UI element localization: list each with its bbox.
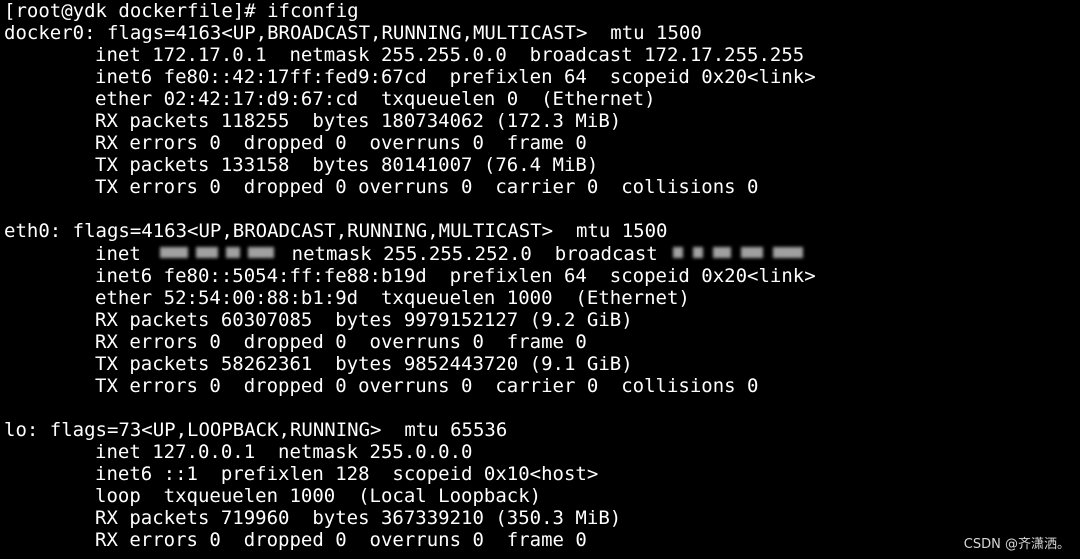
docker0-rx-packets: RX packets 118255 bytes 180734062 (172.3…: [95, 110, 622, 133]
eth0-inet-netmask: netmask 255.255.252.0 broadcast: [291, 242, 670, 265]
lo-rx-errors: RX errors 0 dropped 0 overruns 0 frame 0: [95, 529, 587, 552]
terminal-window[interactable]: [root@ydk dockerfile]# ifconfig docker0:…: [0, 0, 1080, 559]
lo-rx-packets: RX packets 719960 bytes 367339210 (350.3…: [95, 507, 622, 530]
eth0-rx-errors: RX errors 0 dropped 0 overruns 0 frame 0: [95, 330, 587, 353]
eth0-ether: ether 52:54:00:88:b1:9d txqueuelen 1000 …: [95, 286, 690, 309]
lo-header: lo: flags=73<UP,LOOPBACK,RUNNING> mtu 65…: [4, 418, 508, 441]
eth0-inet6: inet6 fe80::5054:ff:fe88:b19d prefixlen …: [95, 264, 816, 287]
lo-rx-packets-line: RX packets 719960 bytes 367339210 (350.3…: [4, 507, 1080, 529]
docker0-tx-errors: TX errors 0 dropped 0 overruns 0 carrier…: [95, 176, 759, 199]
docker0-ether-line: ether 02:42:17:d9:67:cd txqueuelen 0 (Et…: [4, 88, 1080, 110]
redacted-ip-address: [152, 244, 280, 260]
eth0-tx-errors: TX errors 0 dropped 0 overruns 0 carrier…: [95, 374, 759, 397]
lo-rx-errors-line: RX errors 0 dropped 0 overruns 0 frame 0: [4, 529, 1080, 551]
eth0-rx-errors-line: RX errors 0 dropped 0 overruns 0 frame 0: [4, 331, 1080, 353]
eth0-inet-line: inet netmask 255.255.252.0 broadcast: [4, 243, 1080, 265]
docker0-rx-errors-line: RX errors 0 dropped 0 overruns 0 frame 0: [4, 132, 1080, 154]
docker0-ether: ether 02:42:17:d9:67:cd txqueuelen 0 (Et…: [95, 88, 656, 111]
eth0-inet-prefix: inet: [95, 242, 153, 265]
eth0-tx-packets: TX packets 58262361 bytes 9852443720 (9.…: [95, 352, 633, 375]
docker0-header: docker0: flags=4163<UP,BROADCAST,RUNNING…: [4, 22, 702, 45]
lo-inet-line: inet 127.0.0.1 netmask 255.0.0.0: [4, 441, 1080, 463]
docker0-rx-packets-line: RX packets 118255 bytes 180734062 (172.3…: [4, 110, 1080, 132]
docker0-inet-line: inet 172.17.0.1 netmask 255.255.0.0 broa…: [4, 44, 1080, 66]
docker0-rx-errors: RX errors 0 dropped 0 overruns 0 frame 0: [95, 132, 587, 155]
eth0-ether-line: ether 52:54:00:88:b1:9d txqueuelen 1000 …: [4, 287, 1080, 309]
eth0-rx-packets-line: RX packets 60307085 bytes 9979152127 (9.…: [4, 309, 1080, 331]
lo-loop: loop txqueuelen 1000 (Local Loopback): [95, 485, 542, 508]
docker0-tx-errors-line: TX errors 0 dropped 0 overruns 0 carrier…: [4, 176, 1080, 198]
csdn-watermark: CSDN @齐潇洒。: [963, 537, 1070, 552]
prompt-line: [root@ydk dockerfile]# ifconfig: [4, 0, 359, 22]
eth0-inet6-line: inet6 fe80::5054:ff:fe88:b19d prefixlen …: [4, 265, 1080, 287]
lo-inet: inet 127.0.0.1 netmask 255.0.0.0: [95, 440, 473, 463]
lo-inet6-line: inet6 ::1 prefixlen 128 scopeid 0x10<hos…: [4, 463, 1080, 485]
docker0-tx-packets: TX packets 133158 bytes 80141007 (76.4 M…: [95, 154, 599, 177]
lo-loop-line: loop txqueuelen 1000 (Local Loopback): [4, 485, 1080, 507]
eth0-header: eth0: flags=4163<UP,BROADCAST,RUNNING,MU…: [4, 220, 668, 243]
docker0-inet6: inet6 fe80::42:17ff:fed9:67cd prefixlen …: [95, 66, 816, 89]
eth0-tx-packets-line: TX packets 58262361 bytes 9852443720 (9.…: [4, 353, 1080, 375]
redacted-broadcast-address: [669, 244, 809, 260]
eth0-rx-packets: RX packets 60307085 bytes 9979152127 (9.…: [95, 308, 633, 331]
docker0-tx-packets-line: TX packets 133158 bytes 80141007 (76.4 M…: [4, 154, 1080, 176]
docker0-inet6-line: inet6 fe80::42:17ff:fed9:67cd prefixlen …: [4, 66, 1080, 88]
eth0-tx-errors-line: TX errors 0 dropped 0 overruns 0 carrier…: [4, 375, 1080, 397]
lo-inet6: inet6 ::1 prefixlen 128 scopeid 0x10<hos…: [95, 462, 599, 485]
docker0-inet: inet 172.17.0.1 netmask 255.255.0.0 broa…: [95, 44, 805, 67]
